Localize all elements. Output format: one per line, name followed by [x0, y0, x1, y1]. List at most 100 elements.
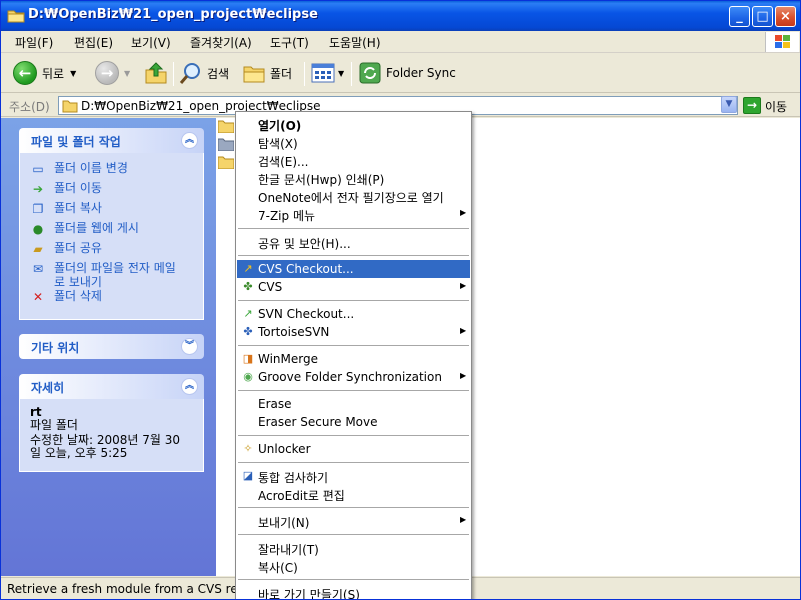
- cvs-turtle-icon: ✤: [243, 280, 253, 293]
- file-tasks-header[interactable]: 파일 및 폴더 작업 ︽: [19, 128, 204, 153]
- ctx-cvs-checkout[interactable]: ↗ CVS Checkout...: [237, 260, 470, 278]
- up-button[interactable]: [144, 60, 168, 86]
- maximize-button[interactable]: □: [752, 6, 773, 27]
- back-label: 뒤로: [42, 66, 65, 81]
- folder-sync-button[interactable]: Folder Sync: [358, 60, 456, 86]
- folders-button[interactable]: 폴더: [242, 60, 292, 86]
- menu-file[interactable]: 파일(F): [15, 34, 53, 51]
- details-title: 자세히: [31, 381, 65, 395]
- task-copy-folder[interactable]: ❐ 폴더 복사: [30, 201, 193, 221]
- folder-up-icon: [145, 62, 167, 84]
- go-button[interactable]: 이동: [765, 98, 787, 115]
- ctx-copy[interactable]: 복사(C): [237, 557, 470, 575]
- menu-view[interactable]: 보기(V): [131, 34, 171, 51]
- close-button[interactable]: ×: [775, 6, 796, 27]
- views-icon: [311, 63, 335, 83]
- details-panel: 자세히 ︽ rt 파일 폴더 수정한 날짜: 2008년 7월 30 일 오늘,…: [19, 374, 204, 472]
- ctx-hwp-print[interactable]: 한글 문서(Hwp) 인쇄(P): [237, 169, 470, 187]
- publish-web-icon: ●: [32, 222, 44, 236]
- window-title: D:₩OpenBiz₩21_open_project₩eclipse: [28, 7, 318, 22]
- folder-icon[interactable]: [218, 120, 234, 133]
- tortoise-svn-icon: ✤: [243, 325, 253, 338]
- ctx-7zip[interactable]: 7-Zip 메뉴 ▶: [237, 205, 470, 223]
- other-places-panel: 기타 위치 ︾: [19, 334, 204, 359]
- detail-modified-2: 일 오늘, 오후 5:25: [30, 446, 128, 460]
- collapse-chevron-icon[interactable]: ︽: [181, 378, 198, 395]
- search-button[interactable]: 검색: [179, 60, 229, 86]
- ctx-integrated-scan[interactable]: ◪ 통합 검사하기: [237, 467, 470, 485]
- windows-logo: [765, 32, 799, 52]
- search-label: 검색: [207, 66, 230, 81]
- task-pane: 파일 및 폴더 작업 ︽ ▭ 폴더 이름 변경 ➔ 폴더 이동 ❐ 폴더 복사 …: [1, 118, 216, 576]
- ctx-svn-checkout[interactable]: ↗ SVN Checkout...: [237, 305, 470, 323]
- folder-icon[interactable]: [218, 156, 234, 169]
- views-dropdown-icon[interactable]: ▼: [338, 69, 344, 78]
- back-dropdown-icon[interactable]: ▼: [70, 69, 76, 78]
- address-dropdown-icon[interactable]: ▼: [721, 96, 737, 113]
- svn-checkout-icon: ↗: [243, 307, 253, 320]
- copy-icon: ❐: [32, 202, 44, 216]
- ctx-send-to[interactable]: 보내기(N) ▶: [237, 512, 470, 530]
- menu-edit[interactable]: 편집(E): [74, 34, 113, 51]
- submenu-arrow-icon: ▶: [460, 208, 467, 217]
- ctx-unlocker[interactable]: ✧ Unlocker: [237, 440, 470, 458]
- menu-help[interactable]: 도움말(H): [329, 34, 381, 51]
- status-text: Retrieve a fresh module from a CVS repo: [7, 582, 253, 596]
- file-tasks-panel: 파일 및 폴더 작업 ︽ ▭ 폴더 이름 변경 ➔ 폴더 이동 ❐ 폴더 복사 …: [19, 128, 204, 320]
- task-delete-folder[interactable]: ✕ 폴더 삭제: [30, 289, 193, 309]
- forward-dropdown-icon[interactable]: ▼: [124, 69, 130, 78]
- details-header[interactable]: 자세히 ︽: [19, 374, 204, 399]
- back-arrow-icon: ←: [13, 61, 37, 85]
- delete-icon: ✕: [32, 290, 44, 304]
- ctx-winmerge[interactable]: ◨ WinMerge: [237, 350, 470, 368]
- ctx-explore[interactable]: 탐색(X): [237, 133, 470, 151]
- task-rename-folder[interactable]: ▭ 폴더 이름 변경: [30, 161, 193, 181]
- forward-button[interactable]: → ▼: [95, 60, 130, 86]
- collapse-chevron-icon[interactable]: ︽: [181, 132, 198, 149]
- menu-favorites[interactable]: 즐겨찾기(A): [190, 34, 252, 51]
- folder-icon: [62, 100, 78, 113]
- detail-type: 파일 폴더: [30, 418, 78, 432]
- scan-icon: ◪: [242, 469, 254, 482]
- ctx-tortoise-svn[interactable]: ✤ TortoiseSVN ▶: [237, 323, 470, 341]
- task-share-folder[interactable]: ▰ 폴더 공유: [30, 241, 193, 261]
- views-button[interactable]: ▼: [311, 60, 344, 86]
- menu-tools[interactable]: 도구(T): [270, 34, 309, 51]
- ctx-onenote[interactable]: OneNote에서 전자 필기장으로 열기: [237, 187, 470, 205]
- groove-icon: ◉: [243, 370, 253, 383]
- folder-icon[interactable]: [218, 138, 234, 151]
- explorer-window: D:₩OpenBiz₩21_open_project₩eclipse _ □ ×…: [0, 0, 801, 600]
- ctx-eraser-move[interactable]: Eraser Secure Move: [237, 413, 470, 431]
- ctx-acroedit[interactable]: AcroEdit로 편집: [237, 485, 470, 503]
- ctx-sharing[interactable]: 공유 및 보안(H)...: [237, 233, 470, 251]
- ctx-open[interactable]: 열기(O): [237, 115, 470, 133]
- toolbar: ← 뒤로 ▼ → ▼ 검색 폴더 ▼ Folder Sync: [1, 54, 800, 93]
- forward-arrow-icon: →: [95, 61, 119, 85]
- ctx-cut[interactable]: 잘라내기(T): [237, 539, 470, 557]
- back-button[interactable]: ← 뒤로 ▼: [13, 60, 76, 86]
- task-email-files[interactable]: ✉ 폴더의 파일을 전자 메일로 보내기: [30, 261, 193, 289]
- task-publish-web[interactable]: ● 폴더를 웹에 게시: [30, 221, 193, 241]
- winmerge-icon: ◨: [242, 352, 254, 365]
- ctx-erase[interactable]: Erase: [237, 395, 470, 413]
- menu-bar: 파일(F) 편집(E) 보기(V) 즐겨찾기(A) 도구(T) 도움말(H): [1, 31, 800, 53]
- go-arrow-icon[interactable]: →: [743, 97, 761, 114]
- file-tasks-title: 파일 및 폴더 작업: [31, 135, 121, 149]
- share-icon: ▰: [33, 242, 43, 256]
- minimize-button[interactable]: _: [729, 6, 750, 27]
- rename-icon: ▭: [32, 162, 44, 176]
- ctx-cvs[interactable]: ✤ CVS ▶: [237, 278, 470, 296]
- folders-label: 폴더: [270, 66, 293, 81]
- ctx-search[interactable]: 검색(E)...: [237, 151, 470, 169]
- folder-icon: [7, 10, 25, 23]
- ctx-groove-sync[interactable]: ◉ Groove Folder Synchronization ▶: [237, 368, 470, 386]
- move-icon: ➔: [32, 182, 44, 196]
- expand-chevron-icon[interactable]: ︾: [181, 338, 198, 355]
- submenu-arrow-icon: ▶: [460, 281, 467, 290]
- ctx-create-shortcut[interactable]: 바로 가기 만들기(S): [237, 584, 470, 599]
- task-move-folder[interactable]: ➔ 폴더 이동: [30, 181, 193, 201]
- submenu-arrow-icon: ▶: [460, 326, 467, 335]
- title-bar[interactable]: D:₩OpenBiz₩21_open_project₩eclipse _ □ ×: [1, 1, 800, 31]
- windows-flag-icon: [775, 35, 790, 48]
- other-places-header[interactable]: 기타 위치 ︾: [19, 334, 204, 359]
